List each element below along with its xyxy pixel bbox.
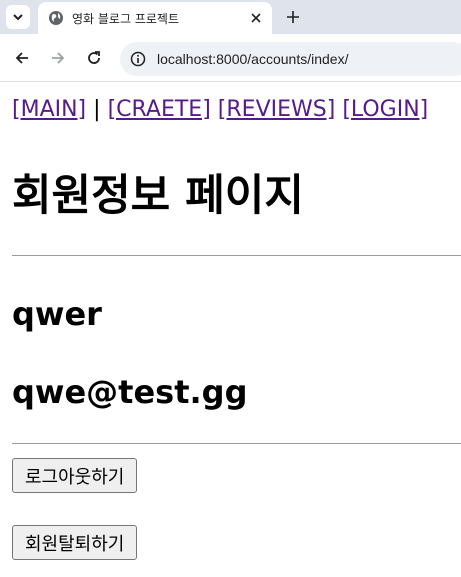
globe-icon — [49, 11, 63, 25]
nav-link-main[interactable]: [MAIN] — [12, 97, 86, 122]
page-content: [MAIN] | [CRAETE] [REVIEWS] [LOGIN] 회원정보… — [0, 83, 461, 577]
forward-button[interactable] — [46, 46, 70, 70]
back-arrow-icon — [15, 52, 28, 64]
divider — [12, 443, 461, 444]
nav-link-login[interactable]: [LOGIN] — [342, 97, 428, 122]
close-tab-button[interactable] — [246, 8, 266, 28]
logout-button[interactable]: 로그아웃하기 — [12, 458, 138, 493]
forward-arrow-icon — [52, 52, 65, 64]
nav-link-create[interactable]: [CRAETE] — [108, 97, 211, 122]
close-icon — [251, 13, 261, 23]
browser-tab[interactable]: 영화 블로그 프로젝트 — [38, 2, 272, 34]
back-button[interactable] — [10, 46, 34, 70]
tab-title: 영화 블로그 프로젝트 — [72, 12, 179, 26]
page-title: 회원정보 페이지 — [12, 171, 304, 221]
reload-icon — [88, 51, 100, 64]
new-tab-button[interactable] — [281, 5, 305, 29]
email-heading: qwe@test.gg — [12, 373, 248, 411]
url-text: localhost:8000/accounts/index/ — [157, 51, 349, 67]
nav-link-reviews[interactable]: [REVIEWS] — [218, 97, 336, 122]
withdraw-button[interactable]: 회원탈퇴하기 — [12, 525, 138, 560]
chevron-down-icon — [13, 14, 23, 21]
plus-icon — [287, 11, 299, 23]
reload-button[interactable] — [82, 46, 106, 70]
username-heading: qwer — [12, 295, 102, 333]
tab-list-button[interactable] — [6, 5, 30, 29]
info-icon[interactable] — [130, 51, 146, 67]
top-nav: [MAIN] | [CRAETE] [REVIEWS] [LOGIN] — [12, 97, 428, 122]
address-bar[interactable]: localhost:8000/accounts/index/ — [120, 42, 461, 76]
browser-toolbar: localhost:8000/accounts/index/ — [0, 34, 461, 82]
divider — [12, 255, 461, 256]
tab-strip: 영화 블로그 프로젝트 — [0, 0, 461, 34]
nav-separator: | — [93, 97, 101, 122]
